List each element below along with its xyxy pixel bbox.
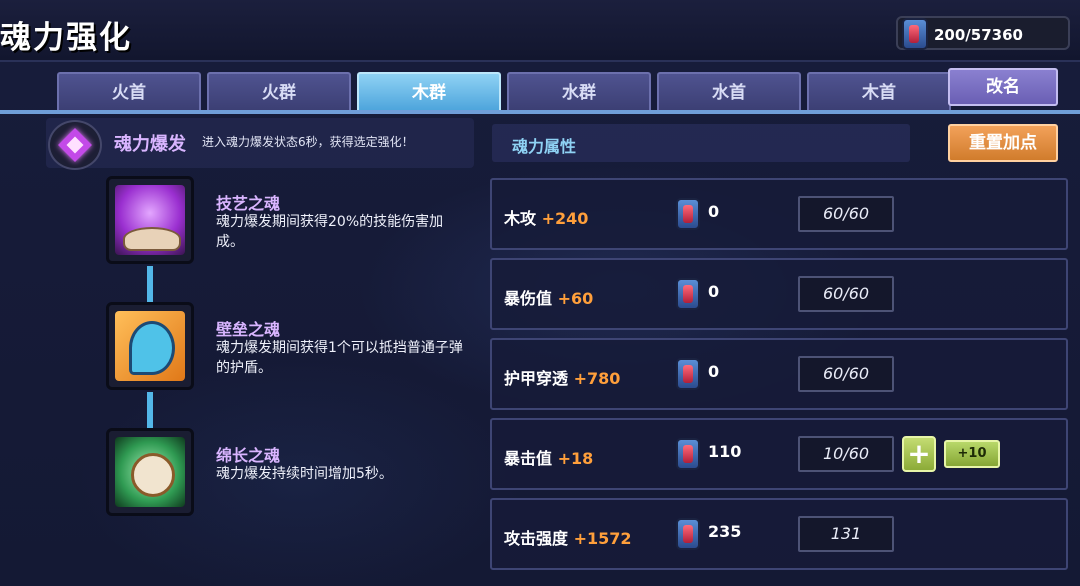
soul-gem-icon	[676, 358, 700, 390]
skill-connector	[147, 392, 153, 428]
attribute-progress: 131	[798, 516, 894, 552]
soul-gem-icon	[902, 18, 928, 50]
tab-wood-group[interactable]: 木群	[357, 72, 501, 110]
skill-name-lasting: 绵长之魂	[216, 446, 281, 465]
attributes-header: 魂力属性	[492, 124, 910, 162]
attribute-name: 护甲穿透	[504, 369, 569, 388]
attribute-cost: 110	[708, 442, 742, 461]
attribute-bonus: +1572	[573, 529, 632, 548]
attribute-progress: 60/60	[798, 276, 894, 312]
attribute-label: 暴伤值 +60	[504, 285, 593, 309]
skill-connector	[147, 266, 153, 302]
lasting-soul-icon[interactable]	[106, 428, 194, 516]
attribute-row: 护甲穿透 +780 0 60/60	[490, 338, 1068, 410]
attribute-bonus: +780	[573, 369, 621, 388]
skill-name-barrier: 壁垒之魂	[216, 320, 281, 339]
attribute-label: 攻击强度 +1572	[504, 525, 632, 549]
soul-burst-emblem-icon	[48, 120, 102, 170]
soul-burst-header: 魂力爆发 进入魂力爆发状态6秒，获得选定强化！	[46, 118, 474, 170]
attribute-name: 暴伤值	[504, 289, 553, 308]
attributes-title: 魂力属性	[512, 137, 577, 156]
skill-name-craft: 技艺之魂	[216, 194, 281, 213]
attribute-name: 暴击值	[504, 449, 553, 468]
attribute-label: 护甲穿透 +780	[504, 365, 620, 389]
burst-description: 进入魂力爆发状态6秒，获得选定强化！	[202, 135, 414, 149]
attribute-bonus: +18	[557, 449, 594, 468]
attribute-row: 暴伤值 +60 0 60/60	[490, 258, 1068, 330]
tab-wood-single[interactable]: 木首	[807, 72, 951, 110]
attribute-cost: 0	[708, 362, 720, 381]
attribute-row: 攻击强度 +1572 235 131	[490, 498, 1068, 570]
attribute-cost: 235	[708, 522, 742, 541]
add-point-button[interactable]: +	[902, 436, 936, 472]
attribute-row: 木攻 +240 0 60/60	[490, 178, 1068, 250]
attribute-progress: 60/60	[798, 356, 894, 392]
attribute-cost: 0	[708, 282, 720, 301]
tab-fire-group[interactable]: 火群	[207, 72, 351, 110]
tab-fire-single[interactable]: 火首	[57, 72, 201, 110]
attribute-progress: 60/60	[798, 196, 894, 232]
attribute-row: 暴击值 +18 110 10/60 + +10	[490, 418, 1068, 490]
attribute-name: 木攻	[504, 209, 537, 228]
burst-title: 魂力爆发	[114, 134, 186, 155]
tab-water-single[interactable]: 水首	[657, 72, 801, 110]
add-ten-points-button[interactable]: +10	[944, 440, 1000, 468]
attribute-label: 暴击值 +18	[504, 445, 593, 469]
skill-desc-lasting: 魂力爆发持续时间增加5秒。	[216, 466, 393, 482]
soul-gem-icon	[676, 438, 700, 470]
craft-soul-icon[interactable]	[106, 176, 194, 264]
currency-value: 200/57360	[934, 26, 1023, 44]
soul-gem-icon	[676, 278, 700, 310]
soul-gem-icon	[676, 198, 700, 230]
skill-desc-craft: 魂力爆发期间获得20%的技能伤害加成。	[216, 214, 444, 250]
skill-desc-barrier: 魂力爆发期间获得1个可以抵挡普通子弹的护盾。	[216, 340, 463, 376]
attribute-bonus: +60	[557, 289, 594, 308]
attribute-bonus: +240	[541, 209, 589, 228]
attribute-cost: 0	[708, 202, 720, 221]
tab-water-group[interactable]: 水群	[507, 72, 651, 110]
attribute-name: 攻击强度	[504, 529, 569, 548]
tabs-divider	[0, 110, 1080, 114]
barrier-soul-icon[interactable]	[106, 302, 194, 390]
reset-points-button[interactable]: 重置加点	[948, 124, 1058, 162]
soul-gem-icon	[676, 518, 700, 550]
attribute-progress: 10/60	[798, 436, 894, 472]
rename-button[interactable]: 改名	[948, 68, 1058, 106]
soul-currency-counter: 200/57360	[896, 16, 1070, 50]
page-title: 魂力强化	[0, 20, 132, 56]
attribute-label: 木攻 +240	[504, 205, 588, 229]
top-bar: 魂力强化 200/57360	[0, 0, 1080, 62]
